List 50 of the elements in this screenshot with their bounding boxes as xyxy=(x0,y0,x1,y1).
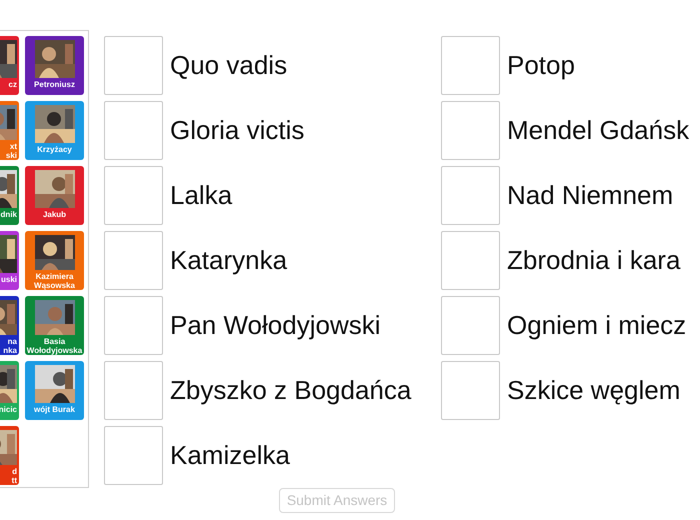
image-card[interactable]: Petroniusz xyxy=(25,36,84,95)
answer-label: Nad Niemnem xyxy=(507,179,674,212)
drop-box[interactable] xyxy=(104,426,163,485)
card-label: xt ski xyxy=(6,142,18,160)
image-card[interactable]: Jakub xyxy=(25,166,84,225)
drop-box[interactable] xyxy=(441,231,500,290)
card-label: cz xyxy=(8,80,18,89)
answer-label: Katarynka xyxy=(170,244,288,277)
image-card[interactable]: cz xyxy=(0,36,19,95)
card-label: Kazimiera Wąsowska xyxy=(34,272,75,290)
card-label: uski xyxy=(0,275,18,284)
drop-box[interactable] xyxy=(441,101,500,160)
drop-box[interactable] xyxy=(104,296,163,355)
image-card[interactable]: wójt Burak xyxy=(25,361,84,420)
card-label: na nka xyxy=(3,337,18,355)
answer-label: Zbrodnia i kara xyxy=(507,244,680,277)
image-card[interactable]: Kazimiera Wąsowska xyxy=(25,231,84,290)
card-label: dnik xyxy=(0,210,18,219)
answer-label: Szkice węglem xyxy=(507,374,680,407)
answer-label: Quo vadis xyxy=(170,49,288,82)
answer-label: Potop xyxy=(507,49,575,82)
drop-box[interactable] xyxy=(441,296,500,355)
drop-box[interactable] xyxy=(104,361,163,420)
image-card[interactable]: xt ski xyxy=(0,101,19,160)
image-card[interactable]: d tt xyxy=(0,426,19,485)
answer-label: Kamizelka xyxy=(170,439,290,472)
answer-label: Gloria victis xyxy=(170,114,304,147)
answer-label: Mendel Gdańsk xyxy=(507,114,690,147)
card-label: Jakub xyxy=(42,210,66,219)
card-label: wójt Burak xyxy=(34,405,75,414)
drop-box[interactable] xyxy=(104,36,163,95)
drop-box[interactable] xyxy=(104,231,163,290)
image-card[interactable]: uski xyxy=(0,231,19,290)
drop-box[interactable] xyxy=(441,166,500,225)
answer-label: Ogniem i miecz xyxy=(507,309,686,342)
card-label: Basia Wołodyjowska xyxy=(26,337,82,355)
card-label: Petroniusz xyxy=(34,80,75,89)
image-card[interactable]: Basia Wołodyjowska xyxy=(25,296,84,355)
drop-box[interactable] xyxy=(441,361,500,420)
drop-box[interactable] xyxy=(104,166,163,225)
image-card[interactable]: dnik xyxy=(0,166,19,225)
drop-box[interactable] xyxy=(104,101,163,160)
image-card[interactable]: na nka xyxy=(0,296,19,355)
drop-box[interactable] xyxy=(441,36,500,95)
answer-label: Zbyszko z Bogdańca xyxy=(170,374,412,407)
answer-label: Lalka xyxy=(170,179,232,212)
image-card[interactable]: Krzyżacy xyxy=(25,101,84,160)
answer-label: Pan Wołodyjowski xyxy=(170,309,381,342)
card-label: d tt xyxy=(12,467,18,485)
card-label: Krzyżacy xyxy=(37,145,72,154)
